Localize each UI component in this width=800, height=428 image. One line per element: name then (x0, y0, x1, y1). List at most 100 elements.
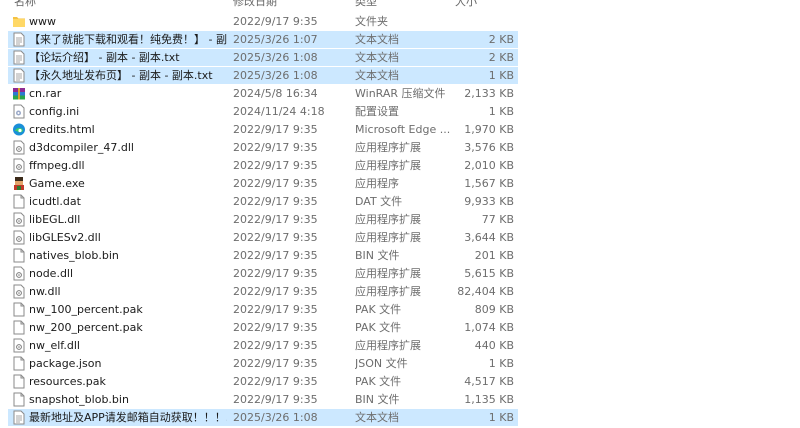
file-name: cn.rar (29, 87, 62, 100)
file-date: 2024/5/8 16:34 (233, 87, 318, 100)
file-size: 1 KB (488, 357, 514, 370)
dll-file-icon (12, 338, 26, 353)
file-row[interactable]: 【永久地址发布页】 - 副本 - 副本.txt 2025/3/26 1:08 文本文… (8, 67, 518, 84)
text-file-icon (12, 50, 26, 65)
file-date: 2022/9/17 9:35 (233, 249, 318, 262)
file-row[interactable]: 【论坛介绍】 - 副本 - 副本.txt 2025/3/26 1:08 文本文档 2 … (8, 49, 518, 66)
file-name: www (29, 15, 56, 28)
file-date: 2025/3/26 1:08 (233, 51, 318, 64)
dll-file-icon (12, 266, 26, 281)
blank-file-icon (12, 392, 26, 407)
file-date: 2022/9/17 9:35 (233, 303, 318, 316)
file-name: 最新地址及APP请发邮箱自动获取！！！... (29, 411, 227, 424)
file-date: 2025/3/26 1:08 (233, 411, 318, 424)
file-date: 2022/9/17 9:35 (233, 285, 318, 298)
file-date: 2022/9/17 9:35 (233, 393, 318, 406)
winrar-archive-icon (12, 86, 26, 101)
file-name: config.ini (29, 105, 80, 118)
file-name: nw_100_percent.pak (29, 303, 143, 316)
blank-file-icon (12, 248, 26, 263)
file-size: 82,404 KB (457, 285, 514, 298)
file-row[interactable]: package.json 2022/9/17 9:35 JSON 文件 1 KB (0, 355, 518, 372)
file-size: 2,010 KB (464, 159, 514, 172)
file-row[interactable]: Game.exe 2022/9/17 9:35 应用程序 1,567 KB (0, 175, 518, 192)
file-name: libGLESv2.dll (29, 231, 101, 244)
file-row[interactable]: libEGL.dll 2022/9/17 9:35 应用程序扩展 77 KB (0, 211, 518, 228)
file-date: 2022/9/17 9:35 (233, 339, 318, 352)
column-header: 名称 修改日期 类型 大小 (0, 0, 800, 8)
file-name: nw_200_percent.pak (29, 321, 143, 334)
file-size: 2 KB (488, 51, 514, 64)
file-row[interactable]: snapshot_blob.bin 2022/9/17 9:35 BIN 文件 1,1… (0, 391, 518, 408)
file-row[interactable]: ffmpeg.dll 2022/9/17 9:35 应用程序扩展 2,010 KB (0, 157, 518, 174)
file-name: natives_blob.bin (29, 249, 119, 262)
blank-file-icon (12, 194, 26, 209)
file-date: 2024/11/24 4:18 (233, 105, 325, 118)
file-row[interactable]: config.ini 2024/11/24 4:18 配置设置 1 KB (0, 103, 518, 120)
file-size: 1 KB (488, 105, 514, 118)
file-name: libEGL.dll (29, 213, 81, 226)
file-row[interactable]: nw_elf.dll 2022/9/17 9:35 应用程序扩展 440 KB (0, 337, 518, 354)
file-row[interactable]: nw_100_percent.pak 2022/9/17 9:35 PAK 文件 80… (0, 301, 518, 318)
file-row[interactable]: node.dll 2022/9/17 9:35 应用程序扩展 5,615 KB (0, 265, 518, 282)
file-date: 2022/9/17 9:35 (233, 123, 318, 136)
dll-file-icon (12, 212, 26, 227)
file-name: nw.dll (29, 285, 61, 298)
file-name: Game.exe (29, 177, 85, 190)
text-file-icon (12, 32, 26, 47)
file-row[interactable]: resources.pak 2022/9/17 9:35 PAK 文件 4,517 K… (0, 373, 518, 390)
game-exe-icon (12, 176, 26, 191)
file-name: d3dcompiler_47.dll (29, 141, 134, 154)
file-row[interactable]: 最新地址及APP请发邮箱自动获取！！！... 2025/3/26 1:08 文本文档… (8, 409, 518, 426)
file-date: 2022/9/17 9:35 (233, 357, 318, 370)
column-name[interactable]: 名称 (14, 0, 36, 8)
file-name: 【论坛介绍】 - 副本 - 副本.txt (29, 51, 180, 64)
file-row[interactable]: www 2022/9/17 9:35 文件夹 (0, 13, 518, 30)
column-date[interactable]: 修改日期 (233, 0, 277, 8)
column-type[interactable]: 类型 (355, 0, 377, 8)
file-name: ffmpeg.dll (29, 159, 85, 172)
edge-icon (12, 122, 26, 137)
blank-file-icon (12, 356, 26, 371)
file-row[interactable]: cn.rar 2024/5/8 16:34 WinRAR 压缩文件 2,133 KB (0, 85, 518, 102)
file-name: resources.pak (29, 375, 106, 388)
file-name: snapshot_blob.bin (29, 393, 129, 406)
text-file-icon (12, 410, 26, 425)
column-size[interactable]: 大小 (455, 0, 477, 8)
file-name: node.dll (29, 267, 74, 280)
file-date: 2022/9/17 9:35 (233, 231, 318, 244)
file-row[interactable]: credits.html 2022/9/17 9:35 Microsoft Edge… (0, 121, 518, 138)
file-row[interactable]: nw_200_percent.pak 2022/9/17 9:35 PAK 文件 1,… (0, 319, 518, 336)
file-date: 2022/9/17 9:35 (233, 267, 318, 280)
file-size: 201 KB (474, 249, 514, 262)
file-size: 3,644 KB (464, 231, 514, 244)
file-name: 【永久地址发布页】 - 副本 - 副本.txt (29, 69, 213, 82)
file-row[interactable]: libGLESv2.dll 2022/9/17 9:35 应用程序扩展 3,644 K… (0, 229, 518, 246)
text-file-icon (12, 68, 26, 83)
file-row[interactable]: icudtl.dat 2022/9/17 9:35 DAT 文件 9,933 KB (0, 193, 518, 210)
file-date: 2025/3/26 1:07 (233, 33, 318, 46)
file-size: 5,615 KB (464, 267, 514, 280)
file-row[interactable]: d3dcompiler_47.dll 2022/9/17 9:35 应用程序扩展 3,… (0, 139, 518, 156)
blank-file-icon (12, 320, 26, 335)
file-size: 2 KB (488, 33, 514, 46)
file-row[interactable]: 【来了就能下载和观看！纯免费！】 - 副... 2025/3/26 1:07 文本文… (8, 31, 518, 48)
file-size: 1,135 KB (464, 393, 514, 406)
file-date: 2022/9/17 9:35 (233, 213, 318, 226)
file-date: 2022/9/17 9:35 (233, 375, 318, 388)
file-size: 1 KB (488, 411, 514, 424)
file-row[interactable]: natives_blob.bin 2022/9/17 9:35 BIN 文件 201 … (0, 247, 518, 264)
dll-file-icon (12, 158, 26, 173)
blank-file-icon (12, 302, 26, 317)
file-row[interactable]: nw.dll 2022/9/17 9:35 应用程序扩展 82,404 KB (0, 283, 518, 300)
file-size: 809 KB (474, 303, 514, 316)
dll-file-icon (12, 284, 26, 299)
dll-file-icon (12, 140, 26, 155)
file-name: icudtl.dat (29, 195, 81, 208)
file-date: 2025/3/26 1:08 (233, 69, 318, 82)
file-date: 2022/9/17 9:35 (233, 15, 318, 28)
file-name: package.json (29, 357, 102, 370)
blank-file-icon (12, 374, 26, 389)
settings-file-icon (12, 104, 26, 119)
file-size: 440 KB (474, 339, 514, 352)
